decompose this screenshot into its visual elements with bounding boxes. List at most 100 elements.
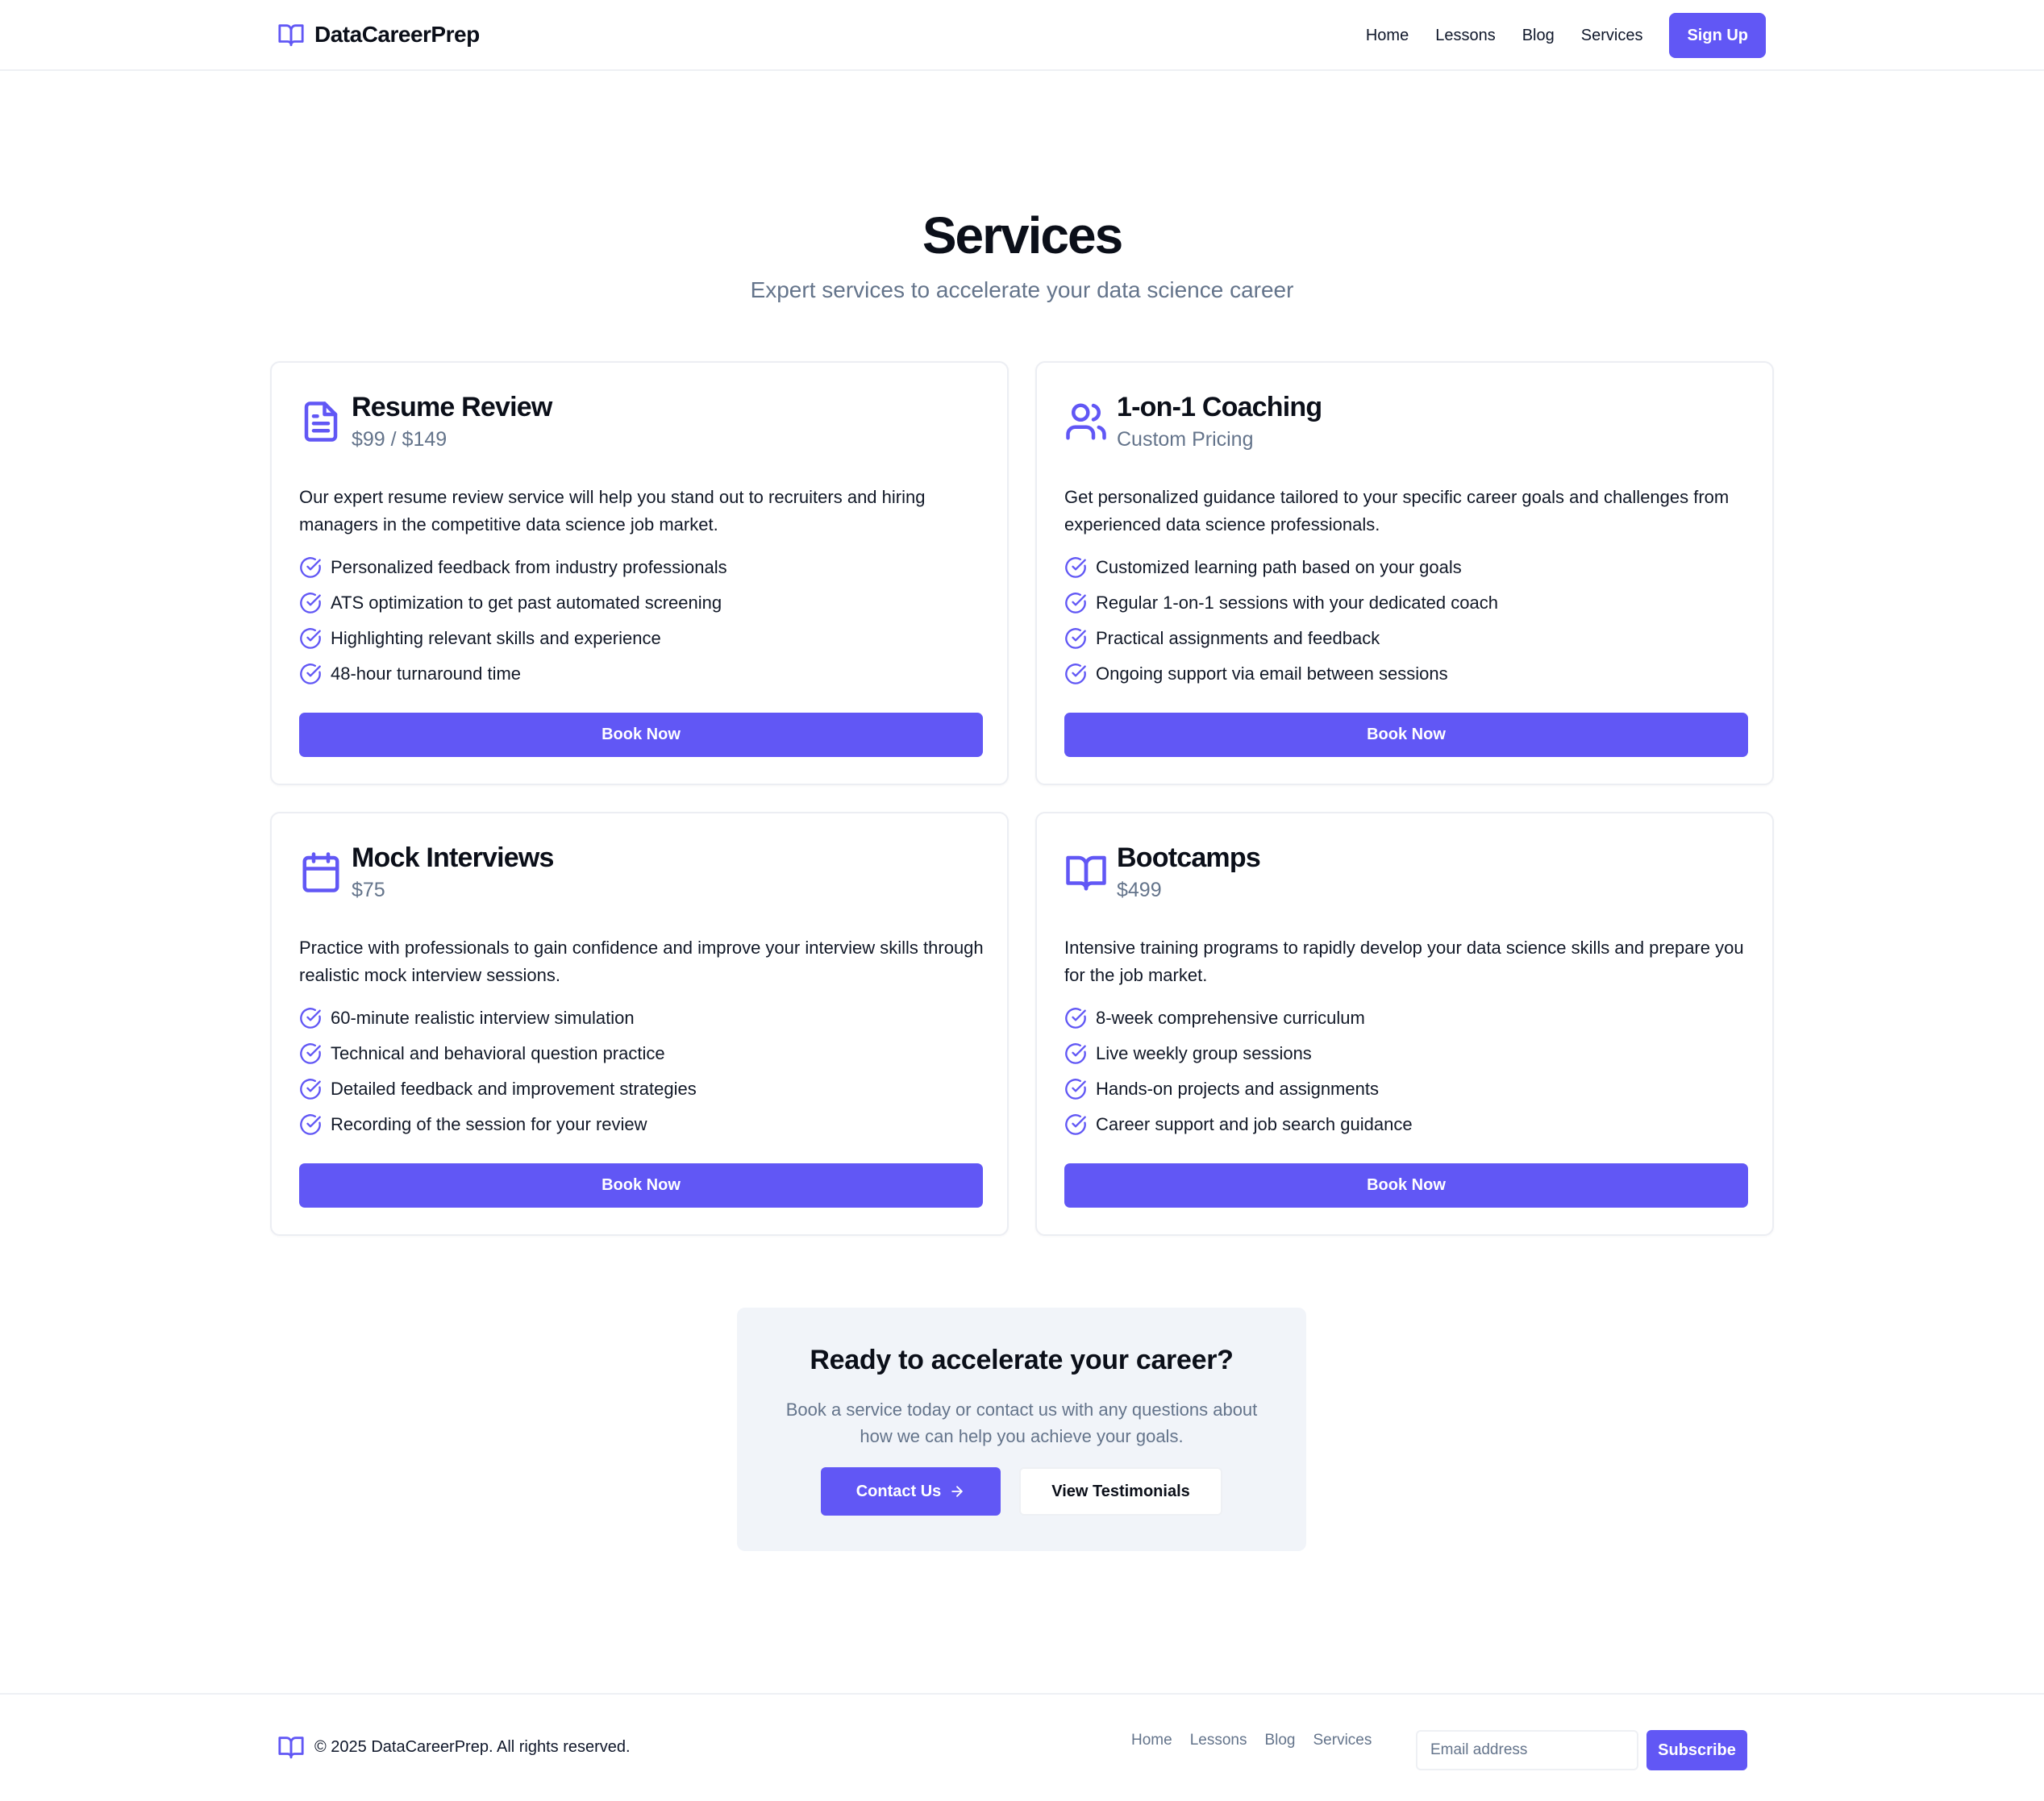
feature-list: 60-minute realistic interview simulation… — [299, 1000, 697, 1142]
check-circle-icon — [300, 557, 321, 578]
cta-panel: Ready to accelerate your career? Book a … — [737, 1308, 1306, 1551]
service-price: $75 — [352, 879, 385, 901]
check-circle-icon — [1065, 663, 1086, 684]
brand-name: DataCareerPrep — [314, 22, 480, 47]
footer-nav: Home Lessons Blog Services — [1131, 1732, 1389, 1749]
book-open-icon — [278, 1737, 304, 1759]
nav-link-home[interactable]: Home — [1366, 27, 1409, 45]
feature-text: Technical and behavioral question practi… — [331, 1043, 665, 1063]
feature-text: ATS optimization to get past automated s… — [331, 593, 722, 613]
feature-item: Practical assignments and feedback — [1064, 621, 1498, 656]
check-circle-icon — [1065, 593, 1086, 614]
feature-item: Detailed feedback and improvement strate… — [299, 1071, 697, 1107]
check-circle-icon — [1065, 628, 1086, 649]
book-open-icon — [1066, 855, 1106, 891]
feature-text: Detailed feedback and improvement strate… — [331, 1079, 697, 1099]
footer-link-home[interactable]: Home — [1131, 1732, 1172, 1749]
service-card-bootcamps: Bootcamps $499 Intensive training progra… — [1035, 812, 1774, 1236]
check-circle-icon — [300, 1043, 321, 1064]
service-price: Custom Pricing — [1117, 428, 1254, 451]
site-footer: © 2025 DataCareerPrep. All rights reserv… — [0, 1693, 2044, 1801]
feature-list: Personalized feedback from industry prof… — [299, 550, 727, 692]
contact-us-button[interactable]: Contact Us — [821, 1467, 1001, 1516]
service-description: Get personalized guidance tailored to yo… — [1064, 487, 1730, 534]
brand-logo-link[interactable]: DataCareerPrep — [277, 21, 480, 48]
feature-text: Highlighting relevant skills and experie… — [331, 628, 661, 648]
feature-text: 60-minute realistic interview simulation — [331, 1008, 635, 1028]
cta-title: Ready to accelerate your career? — [810, 1345, 1234, 1375]
feature-text: Recording of the session for your review — [331, 1114, 647, 1134]
contact-us-label: Contact Us — [855, 1482, 942, 1500]
service-title: 1-on-1 Coaching — [1117, 392, 1322, 422]
feature-item: Hands-on projects and assignments — [1064, 1071, 1413, 1107]
check-circle-icon — [1065, 1043, 1086, 1064]
feature-item: ATS optimization to get past automated s… — [299, 585, 727, 621]
document-icon — [304, 401, 338, 442]
service-card-mock-interviews: Mock Interviews $75 Practice with profes… — [270, 812, 1009, 1236]
footer-link-services[interactable]: Services — [1313, 1732, 1372, 1749]
feature-text: Live weekly group sessions — [1096, 1043, 1312, 1063]
check-circle-icon — [300, 1114, 321, 1135]
page-subtitle: Expert services to accelerate your data … — [750, 277, 1294, 302]
nav-link-blog[interactable]: Blog — [1522, 27, 1555, 45]
check-circle-icon — [300, 1079, 321, 1100]
footer-link-blog[interactable]: Blog — [1264, 1732, 1295, 1749]
feature-text: 8-week comprehensive curriculum — [1096, 1008, 1365, 1028]
check-circle-icon — [300, 628, 321, 649]
users-icon — [1066, 403, 1106, 440]
service-price: $99 / $149 — [352, 428, 448, 451]
feature-text: Regular 1-on-1 sessions with your dedica… — [1096, 593, 1498, 613]
feature-text: Career support and job search guidance — [1096, 1114, 1413, 1134]
footer-link-lessons[interactable]: Lessons — [1190, 1732, 1247, 1749]
check-circle-icon — [300, 593, 321, 614]
view-testimonials-button[interactable]: View Testimonials — [1019, 1467, 1222, 1516]
feature-item: Recording of the session for your review — [299, 1107, 697, 1142]
feature-item: Technical and behavioral question practi… — [299, 1036, 697, 1071]
service-description: Intensive training programs to rapidly d… — [1064, 938, 1744, 985]
service-title: Mock Interviews — [352, 842, 554, 873]
book-now-button[interactable]: Book Now — [299, 1163, 983, 1208]
check-circle-icon — [1065, 557, 1086, 578]
feature-item: 60-minute realistic interview simulation — [299, 1000, 697, 1036]
check-circle-icon — [1065, 1114, 1086, 1135]
book-now-button[interactable]: Book Now — [1064, 713, 1748, 757]
book-now-button[interactable]: Book Now — [1064, 1163, 1748, 1208]
subscribe-button[interactable]: Subscribe — [1646, 1730, 1747, 1770]
feature-text: 48-hour turnaround time — [331, 663, 522, 684]
calendar-icon — [302, 852, 339, 892]
service-title: Resume Review — [352, 392, 552, 422]
service-card-resume-review: Resume Review $99 / $149 Our expert resu… — [270, 361, 1009, 785]
book-now-button[interactable]: Book Now — [299, 713, 983, 757]
feature-item: 48-hour turnaround time — [299, 656, 727, 692]
service-price: $499 — [1117, 879, 1162, 901]
nav-link-services[interactable]: Services — [1581, 27, 1643, 45]
cta-text: Book a service today or contact us with … — [785, 1400, 1258, 1446]
feature-text: Personalized feedback from industry prof… — [331, 557, 727, 577]
feature-item: Highlighting relevant skills and experie… — [299, 621, 727, 656]
main-nav: Home Lessons Blog Services Sign Up — [1366, 13, 1766, 58]
book-open-icon — [278, 24, 304, 47]
sign-up-button[interactable]: Sign Up — [1669, 13, 1766, 58]
feature-item: Live weekly group sessions — [1064, 1036, 1413, 1071]
service-description: Practice with professionals to gain conf… — [299, 938, 984, 985]
nav-link-lessons[interactable]: Lessons — [1435, 27, 1496, 45]
feature-item: Ongoing support via email between sessio… — [1064, 656, 1498, 692]
feature-item: Customized learning path based on your g… — [1064, 550, 1498, 585]
check-circle-icon — [1065, 1079, 1086, 1100]
service-title: Bootcamps — [1117, 842, 1261, 873]
feature-item: Personalized feedback from industry prof… — [299, 550, 727, 585]
copyright-text: © 2025 DataCareerPrep. All rights reserv… — [314, 1737, 631, 1756]
feature-list: 8-week comprehensive curriculum Live wee… — [1064, 1000, 1413, 1142]
arrow-right-icon — [951, 1486, 964, 1497]
email-input[interactable] — [1416, 1730, 1638, 1770]
feature-text: Hands-on projects and assignments — [1096, 1079, 1379, 1099]
check-circle-icon — [300, 663, 321, 684]
service-card-coaching: 1-on-1 Coaching Custom Pricing Get perso… — [1035, 361, 1774, 785]
service-description: Our expert resume review service will he… — [299, 487, 926, 534]
footer-brand: © 2025 DataCareerPrep. All rights reserv… — [277, 1733, 631, 1761]
feature-text: Ongoing support via email between sessio… — [1096, 663, 1448, 684]
feature-item: Career support and job search guidance — [1064, 1107, 1413, 1142]
feature-item: 8-week comprehensive curriculum — [1064, 1000, 1413, 1036]
feature-text: Customized learning path based on your g… — [1096, 557, 1462, 577]
check-circle-icon — [1065, 1008, 1086, 1029]
